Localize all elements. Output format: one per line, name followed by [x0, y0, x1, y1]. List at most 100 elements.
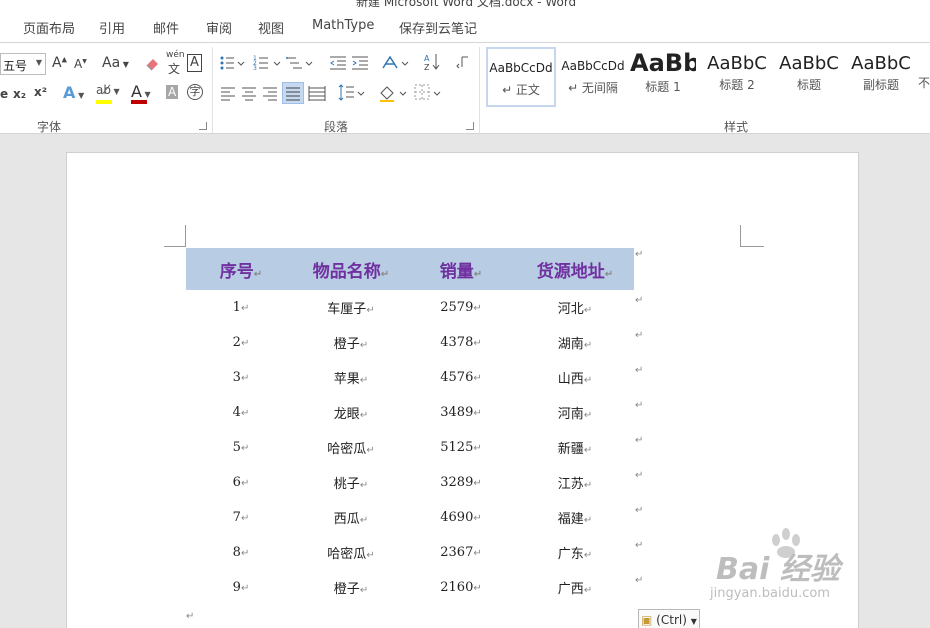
- font-color-swatch: [131, 100, 147, 104]
- phonetic-guide-icon[interactable]: 文: [168, 60, 180, 77]
- align-left-icon[interactable]: [220, 85, 236, 101]
- table-cell[interactable]: 2↵: [186, 325, 296, 360]
- table-header-cell[interactable]: 销量↵: [406, 248, 516, 290]
- font-size-select[interactable]: 五号 ▼: [0, 53, 46, 75]
- tab-save-to-cloud-note[interactable]: 保存到云笔记: [399, 18, 477, 37]
- clear-formatting-icon[interactable]: [144, 55, 162, 73]
- table-cell[interactable]: 1↵: [186, 290, 296, 325]
- table-cell[interactable]: 3↵: [186, 360, 296, 395]
- data-table[interactable]: 序号↵ 物品名称↵ 销量↵ 货源地址↵ 1↵ 车厘子↵ 2579↵ 河北↵ 2↵…: [186, 248, 634, 605]
- top-right-corner-mark: [740, 225, 764, 247]
- justify-button[interactable]: [282, 82, 304, 104]
- style-heading-2[interactable]: AaBbC 标题 2: [702, 47, 772, 107]
- show-paragraph-marks-icon[interactable]: [455, 54, 471, 72]
- style-no-spacing[interactable]: AaBbCcDd ↵ 无间隔: [558, 47, 628, 107]
- table-cell[interactable]: 新疆↵: [516, 430, 634, 465]
- table-cell[interactable]: 4378↵: [406, 325, 516, 360]
- subscript-button[interactable]: x₂: [13, 87, 26, 101]
- numbering-icon[interactable]: 123: [253, 54, 281, 72]
- table-cell[interactable]: 车厘子↵: [296, 290, 406, 325]
- table-cell[interactable]: 河北↵: [516, 290, 634, 325]
- table-cell[interactable]: 2579↵: [406, 290, 516, 325]
- chevron-down-icon: ▼: [35, 58, 42, 67]
- distributed-icon[interactable]: [308, 85, 326, 101]
- table-header-cell[interactable]: 序号↵: [186, 248, 296, 290]
- table-cell[interactable]: 橙子↵: [296, 325, 406, 360]
- shrink-font-icon[interactable]: A▼: [74, 57, 87, 71]
- table-cell[interactable]: 河南↵: [516, 395, 634, 430]
- style-title[interactable]: AaBbC 标题: [774, 47, 844, 107]
- table-cell[interactable]: 3489↵: [406, 395, 516, 430]
- justify-icon: [286, 87, 300, 101]
- bullets-icon[interactable]: [219, 54, 245, 72]
- table-cell[interactable]: 7↵: [186, 500, 296, 535]
- font-dialog-launcher-icon[interactable]: [199, 122, 207, 130]
- chinese-layout-icon[interactable]: [381, 54, 409, 72]
- table-cell[interactable]: 哈密瓜↵: [296, 430, 406, 465]
- align-center-icon[interactable]: [241, 85, 257, 101]
- paste-options-button[interactable]: ▣ (Ctrl) ▼: [638, 609, 700, 628]
- table-cell[interactable]: 9↵: [186, 570, 296, 605]
- text-effects-icon[interactable]: A ▼: [63, 83, 84, 102]
- table-cell[interactable]: 4576↵: [406, 360, 516, 395]
- table-cell[interactable]: 5↵: [186, 430, 296, 465]
- shading-icon[interactable]: [378, 83, 410, 103]
- borders-icon[interactable]: [414, 83, 444, 103]
- highlight-icon[interactable]: ab̸ ▼: [96, 83, 120, 97]
- document-page[interactable]: 序号↵ 物品名称↵ 销量↵ 货源地址↵ 1↵ 车厘子↵ 2579↵ 河北↵ 2↵…: [66, 152, 859, 628]
- character-border-icon[interactable]: A: [187, 54, 202, 72]
- table-cell[interactable]: 龙眼↵: [296, 395, 406, 430]
- table-cell[interactable]: 橙子↵: [296, 570, 406, 605]
- table-cell[interactable]: 山西↵: [516, 360, 634, 395]
- paragraph-dialog-launcher-icon[interactable]: [466, 122, 474, 130]
- table-header-cell[interactable]: 货源地址↵: [516, 248, 634, 290]
- table-cell[interactable]: 苹果↵: [296, 360, 406, 395]
- table-cell[interactable]: 6↵: [186, 465, 296, 500]
- font-size-value: 五号: [3, 59, 28, 73]
- styles-group-label: 样式: [724, 120, 749, 134]
- tab-review[interactable]: 审阅: [206, 18, 232, 37]
- svg-text:3: 3: [253, 65, 257, 72]
- style-more[interactable]: 不: [918, 47, 930, 107]
- table-cell[interactable]: 8↵: [186, 535, 296, 570]
- table-cell[interactable]: 3289↵: [406, 465, 516, 500]
- table-cell[interactable]: 湖南↵: [516, 325, 634, 360]
- tab-view[interactable]: 视图: [258, 18, 284, 37]
- tab-mailings[interactable]: 邮件: [153, 18, 179, 37]
- tab-references[interactable]: 引用: [99, 18, 125, 37]
- line-spacing-icon[interactable]: [338, 83, 366, 103]
- style-heading-1[interactable]: AaBb 标题 1: [630, 47, 696, 107]
- character-shading-icon[interactable]: A: [166, 85, 179, 99]
- table-cell[interactable]: 桃子↵: [296, 465, 406, 500]
- table-cell[interactable]: 西瓜↵: [296, 500, 406, 535]
- paste-options-label: (Ctrl): [656, 613, 687, 627]
- style-sample: AaBbC: [707, 53, 767, 74]
- tab-page-layout[interactable]: 页面布局: [23, 18, 75, 37]
- style-normal[interactable]: AaBbCcDd ↵ 正文: [486, 47, 556, 107]
- table-cell[interactable]: 江苏↵: [516, 465, 634, 500]
- multilevel-list-icon[interactable]: [286, 54, 314, 72]
- sort-icon[interactable]: AZ: [423, 52, 441, 72]
- align-right-icon[interactable]: [262, 85, 278, 101]
- table-cell[interactable]: 2367↵: [406, 535, 516, 570]
- change-case-button[interactable]: Aa ▼: [102, 55, 129, 71]
- style-subtitle[interactable]: AaBbC 副标题: [846, 47, 916, 107]
- table-cell[interactable]: 广西↵: [516, 570, 634, 605]
- table-cell[interactable]: 5125↵: [406, 430, 516, 465]
- table-cell[interactable]: 福建↵: [516, 500, 634, 535]
- table-cell[interactable]: 2160↵: [406, 570, 516, 605]
- grow-font-icon[interactable]: A▲: [52, 55, 67, 71]
- table-header-cell[interactable]: 物品名称↵: [296, 248, 406, 290]
- tab-mathtype[interactable]: MathType: [312, 18, 374, 33]
- table-cell[interactable]: 4↵: [186, 395, 296, 430]
- superscript-button[interactable]: x²: [34, 85, 47, 99]
- table-cell[interactable]: 哈密瓜↵: [296, 535, 406, 570]
- table-cell[interactable]: 广东↵: [516, 535, 634, 570]
- table-cell[interactable]: 4690↵: [406, 500, 516, 535]
- decrease-indent-icon[interactable]: [329, 54, 347, 72]
- italic-fragment[interactable]: e: [0, 87, 8, 101]
- row-end-mark: ↵: [635, 505, 644, 516]
- enclose-characters-icon[interactable]: 字: [187, 84, 203, 100]
- increase-indent-icon[interactable]: [351, 54, 369, 72]
- font-color-icon[interactable]: A ▼: [131, 82, 151, 101]
